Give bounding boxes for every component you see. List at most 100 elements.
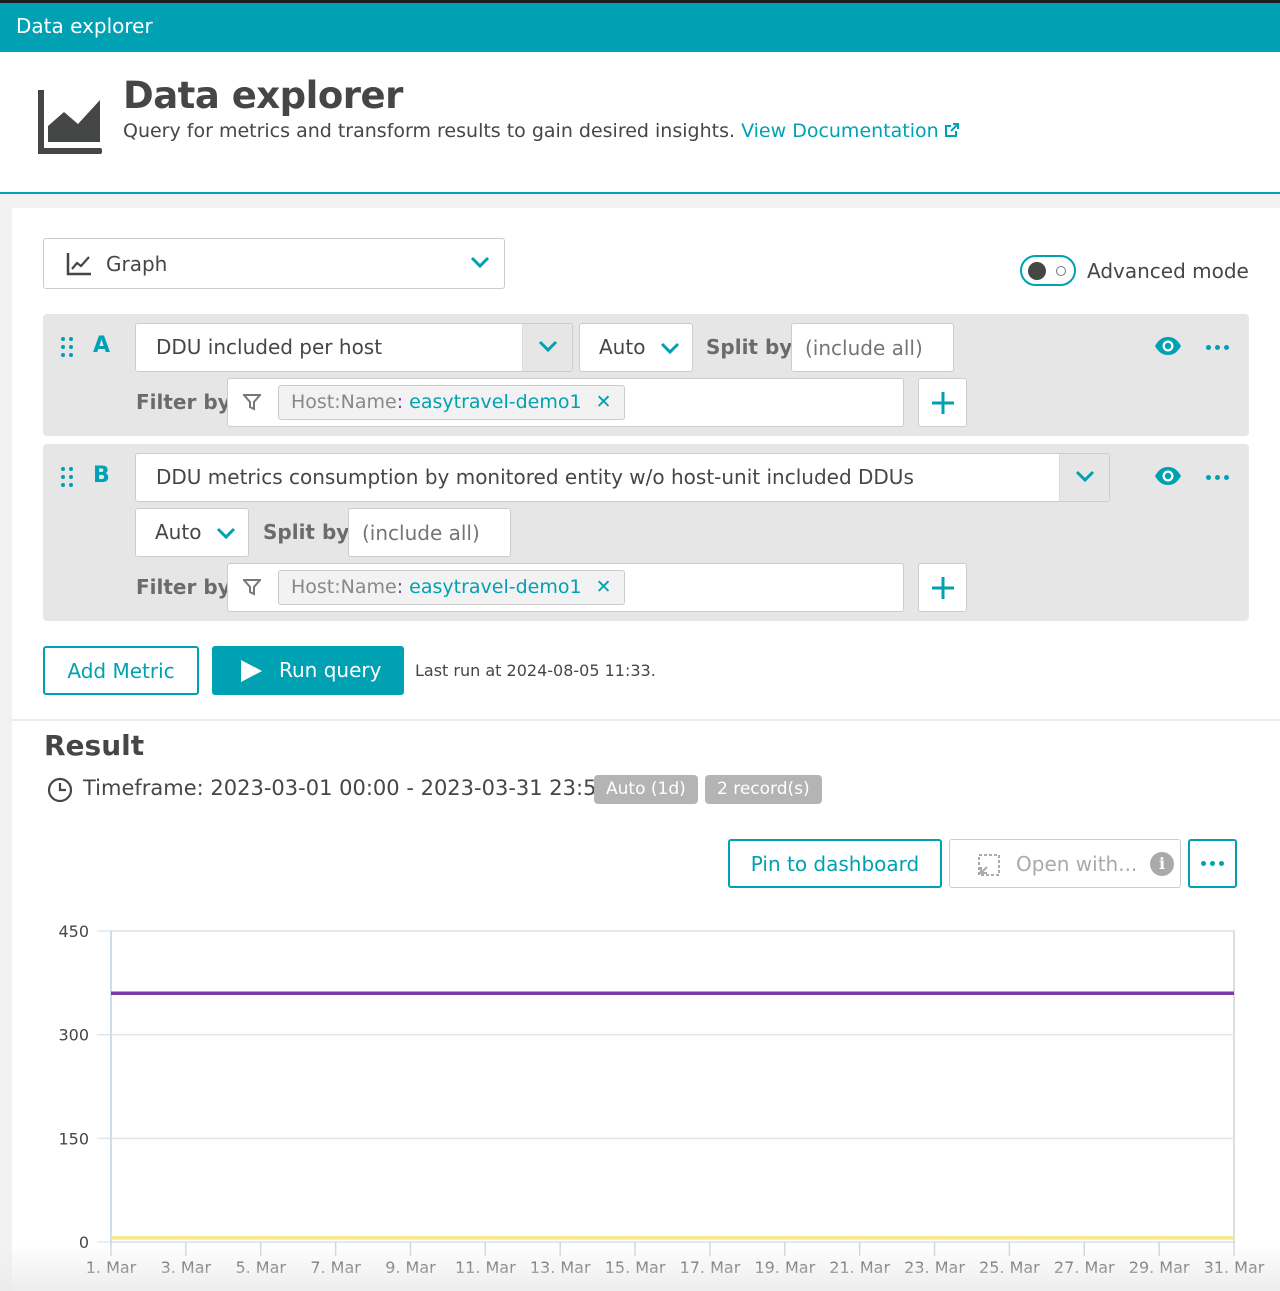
line-chart-icon xyxy=(66,253,91,276)
open-with-button[interactable]: Open with... i xyxy=(949,839,1181,888)
x-tick-label: 19. Mar xyxy=(754,1258,815,1277)
metric-row-a: A DDU included per host Auto Split by Fi… xyxy=(43,314,1249,436)
plot-area xyxy=(110,930,1235,1243)
timeframe-text: Timeframe: 2023-03-01 00:00 - 2023-03-31… xyxy=(83,776,610,800)
plus-icon xyxy=(932,577,954,599)
y-tick-label: 300 xyxy=(58,1026,89,1045)
x-tick-label: 1. Mar xyxy=(86,1258,137,1277)
more-options-icon[interactable] xyxy=(1206,475,1230,481)
run-query-label: Run query xyxy=(279,658,382,682)
toggle-knob xyxy=(1028,262,1046,280)
metric-dropdown-button[interactable] xyxy=(522,324,572,371)
page-title: Data explorer xyxy=(123,74,403,117)
split-by-label: Split by xyxy=(706,335,793,359)
view-documentation-link[interactable]: View Documentation xyxy=(741,120,961,142)
metric-dropdown-button[interactable] xyxy=(1059,454,1109,501)
drag-handle-icon[interactable] xyxy=(61,467,75,489)
aggregation-select[interactable]: Auto xyxy=(135,508,249,557)
pin-label: Pin to dashboard xyxy=(750,852,920,876)
split-by-label: Split by xyxy=(263,520,350,544)
aggregation-select[interactable]: Auto xyxy=(579,323,693,372)
x-tick-label: 13. Mar xyxy=(530,1258,591,1277)
x-tick-label: 11. Mar xyxy=(455,1258,516,1277)
metric-letter: B xyxy=(93,463,110,488)
x-tick-label: 23. Mar xyxy=(904,1258,965,1277)
filter-chip[interactable]: Host:Name: easytravel-demo1 ✕ xyxy=(278,570,625,605)
x-tick-label: 7. Mar xyxy=(310,1258,361,1277)
app-title: Data explorer xyxy=(16,14,153,38)
filter-chip[interactable]: Host:Name: easytravel-demo1 ✕ xyxy=(278,385,625,420)
filter-value: easytravel-demo1 xyxy=(409,391,582,413)
filter-value: easytravel-demo1 xyxy=(409,576,582,598)
area-chart-icon xyxy=(38,90,102,154)
filter-input[interactable]: Host:Name: easytravel-demo1 ✕ xyxy=(227,378,904,427)
filter-input[interactable]: Host:Name: easytravel-demo1 ✕ xyxy=(227,563,904,612)
records-badge: 2 record(s) xyxy=(705,775,822,804)
add-filter-button[interactable] xyxy=(918,378,967,427)
eye-icon[interactable] xyxy=(1154,466,1182,486)
last-run-text: Last run at 2024-08-05 11:33. xyxy=(415,661,656,680)
eye-icon[interactable] xyxy=(1154,336,1182,356)
x-tick-label: 31. Mar xyxy=(1204,1258,1265,1277)
add-filter-button[interactable] xyxy=(918,563,967,612)
filter-icon xyxy=(243,394,261,411)
metric-name: DDU metrics consumption by monitored ent… xyxy=(156,465,914,489)
open-with-icon xyxy=(978,854,1000,876)
filter-key: Host:Name xyxy=(291,391,397,413)
split-by-input[interactable] xyxy=(348,508,511,557)
external-link-icon xyxy=(944,123,959,137)
x-tick-label: 5. Mar xyxy=(235,1258,286,1277)
aggregation-value: Auto xyxy=(599,335,646,359)
doc-link-label: View Documentation xyxy=(741,120,939,142)
add-metric-label: Add Metric xyxy=(67,659,175,683)
more-options-icon xyxy=(1201,861,1225,867)
page-subtitle: Query for metrics and transform results … xyxy=(123,120,961,142)
pin-to-dashboard-button[interactable]: Pin to dashboard xyxy=(728,839,942,888)
run-query-button[interactable]: Run query xyxy=(212,646,404,695)
more-actions-button[interactable] xyxy=(1188,839,1237,888)
resolution-badge: Auto (1d) xyxy=(594,775,698,804)
y-tick-label: 150 xyxy=(58,1129,89,1148)
advanced-mode-toggle[interactable] xyxy=(1020,255,1076,286)
chevron-down-icon xyxy=(538,340,558,353)
plus-icon xyxy=(932,392,954,414)
x-tick-label: 17. Mar xyxy=(680,1258,741,1277)
more-options-icon[interactable] xyxy=(1206,345,1230,351)
chevron-down-icon xyxy=(660,342,680,355)
subtitle-text: Query for metrics and transform results … xyxy=(123,120,736,142)
metric-letter: A xyxy=(93,333,111,358)
chevron-down-icon xyxy=(216,527,236,540)
filter-by-label: Filter by xyxy=(136,575,231,599)
x-tick-label: 15. Mar xyxy=(605,1258,666,1277)
app-topbar: Data explorer xyxy=(0,0,1280,52)
advanced-mode-label: Advanced mode xyxy=(1087,259,1249,283)
page-header: Data explorer Query for metrics and tran… xyxy=(0,52,1280,194)
metric-name: DDU included per host xyxy=(156,335,383,359)
split-by-input[interactable] xyxy=(791,323,954,372)
visualization-select[interactable]: Graph xyxy=(43,238,505,289)
x-tick-label: 27. Mar xyxy=(1054,1258,1115,1277)
x-tick-label: 3. Mar xyxy=(161,1258,212,1277)
info-icon[interactable]: i xyxy=(1150,852,1174,876)
aggregation-value: Auto xyxy=(155,520,202,544)
remove-filter-icon[interactable]: ✕ xyxy=(596,391,612,413)
x-tick-label: 29. Mar xyxy=(1129,1258,1190,1277)
result-chart: 0 150 300 450 1. Mar 3. Mar 5. Mar 7. Mar 9. Mar… xyxy=(58,922,1265,1277)
metric-select[interactable]: DDU metrics consumption by monitored ent… xyxy=(135,453,1110,502)
x-tick-label: 9. Mar xyxy=(385,1258,436,1277)
divider xyxy=(12,719,1280,721)
open-with-label: Open with... xyxy=(1016,852,1138,876)
remove-filter-icon[interactable]: ✕ xyxy=(596,576,612,598)
toggle-off-indicator xyxy=(1056,266,1066,276)
chevron-down-icon xyxy=(1075,470,1095,483)
x-tick-label: 25. Mar xyxy=(979,1258,1040,1277)
result-title: Result xyxy=(44,729,145,762)
add-metric-button[interactable]: Add Metric xyxy=(43,646,199,695)
chevron-down-icon xyxy=(470,256,490,269)
drag-handle-icon[interactable] xyxy=(61,337,75,359)
filter-separator: : xyxy=(396,391,404,413)
metric-row-b: B DDU metrics consumption by monitored e… xyxy=(43,444,1249,621)
y-tick-label: 450 xyxy=(58,922,89,941)
visualization-label: Graph xyxy=(106,252,168,276)
metric-select[interactable]: DDU included per host xyxy=(135,323,573,372)
